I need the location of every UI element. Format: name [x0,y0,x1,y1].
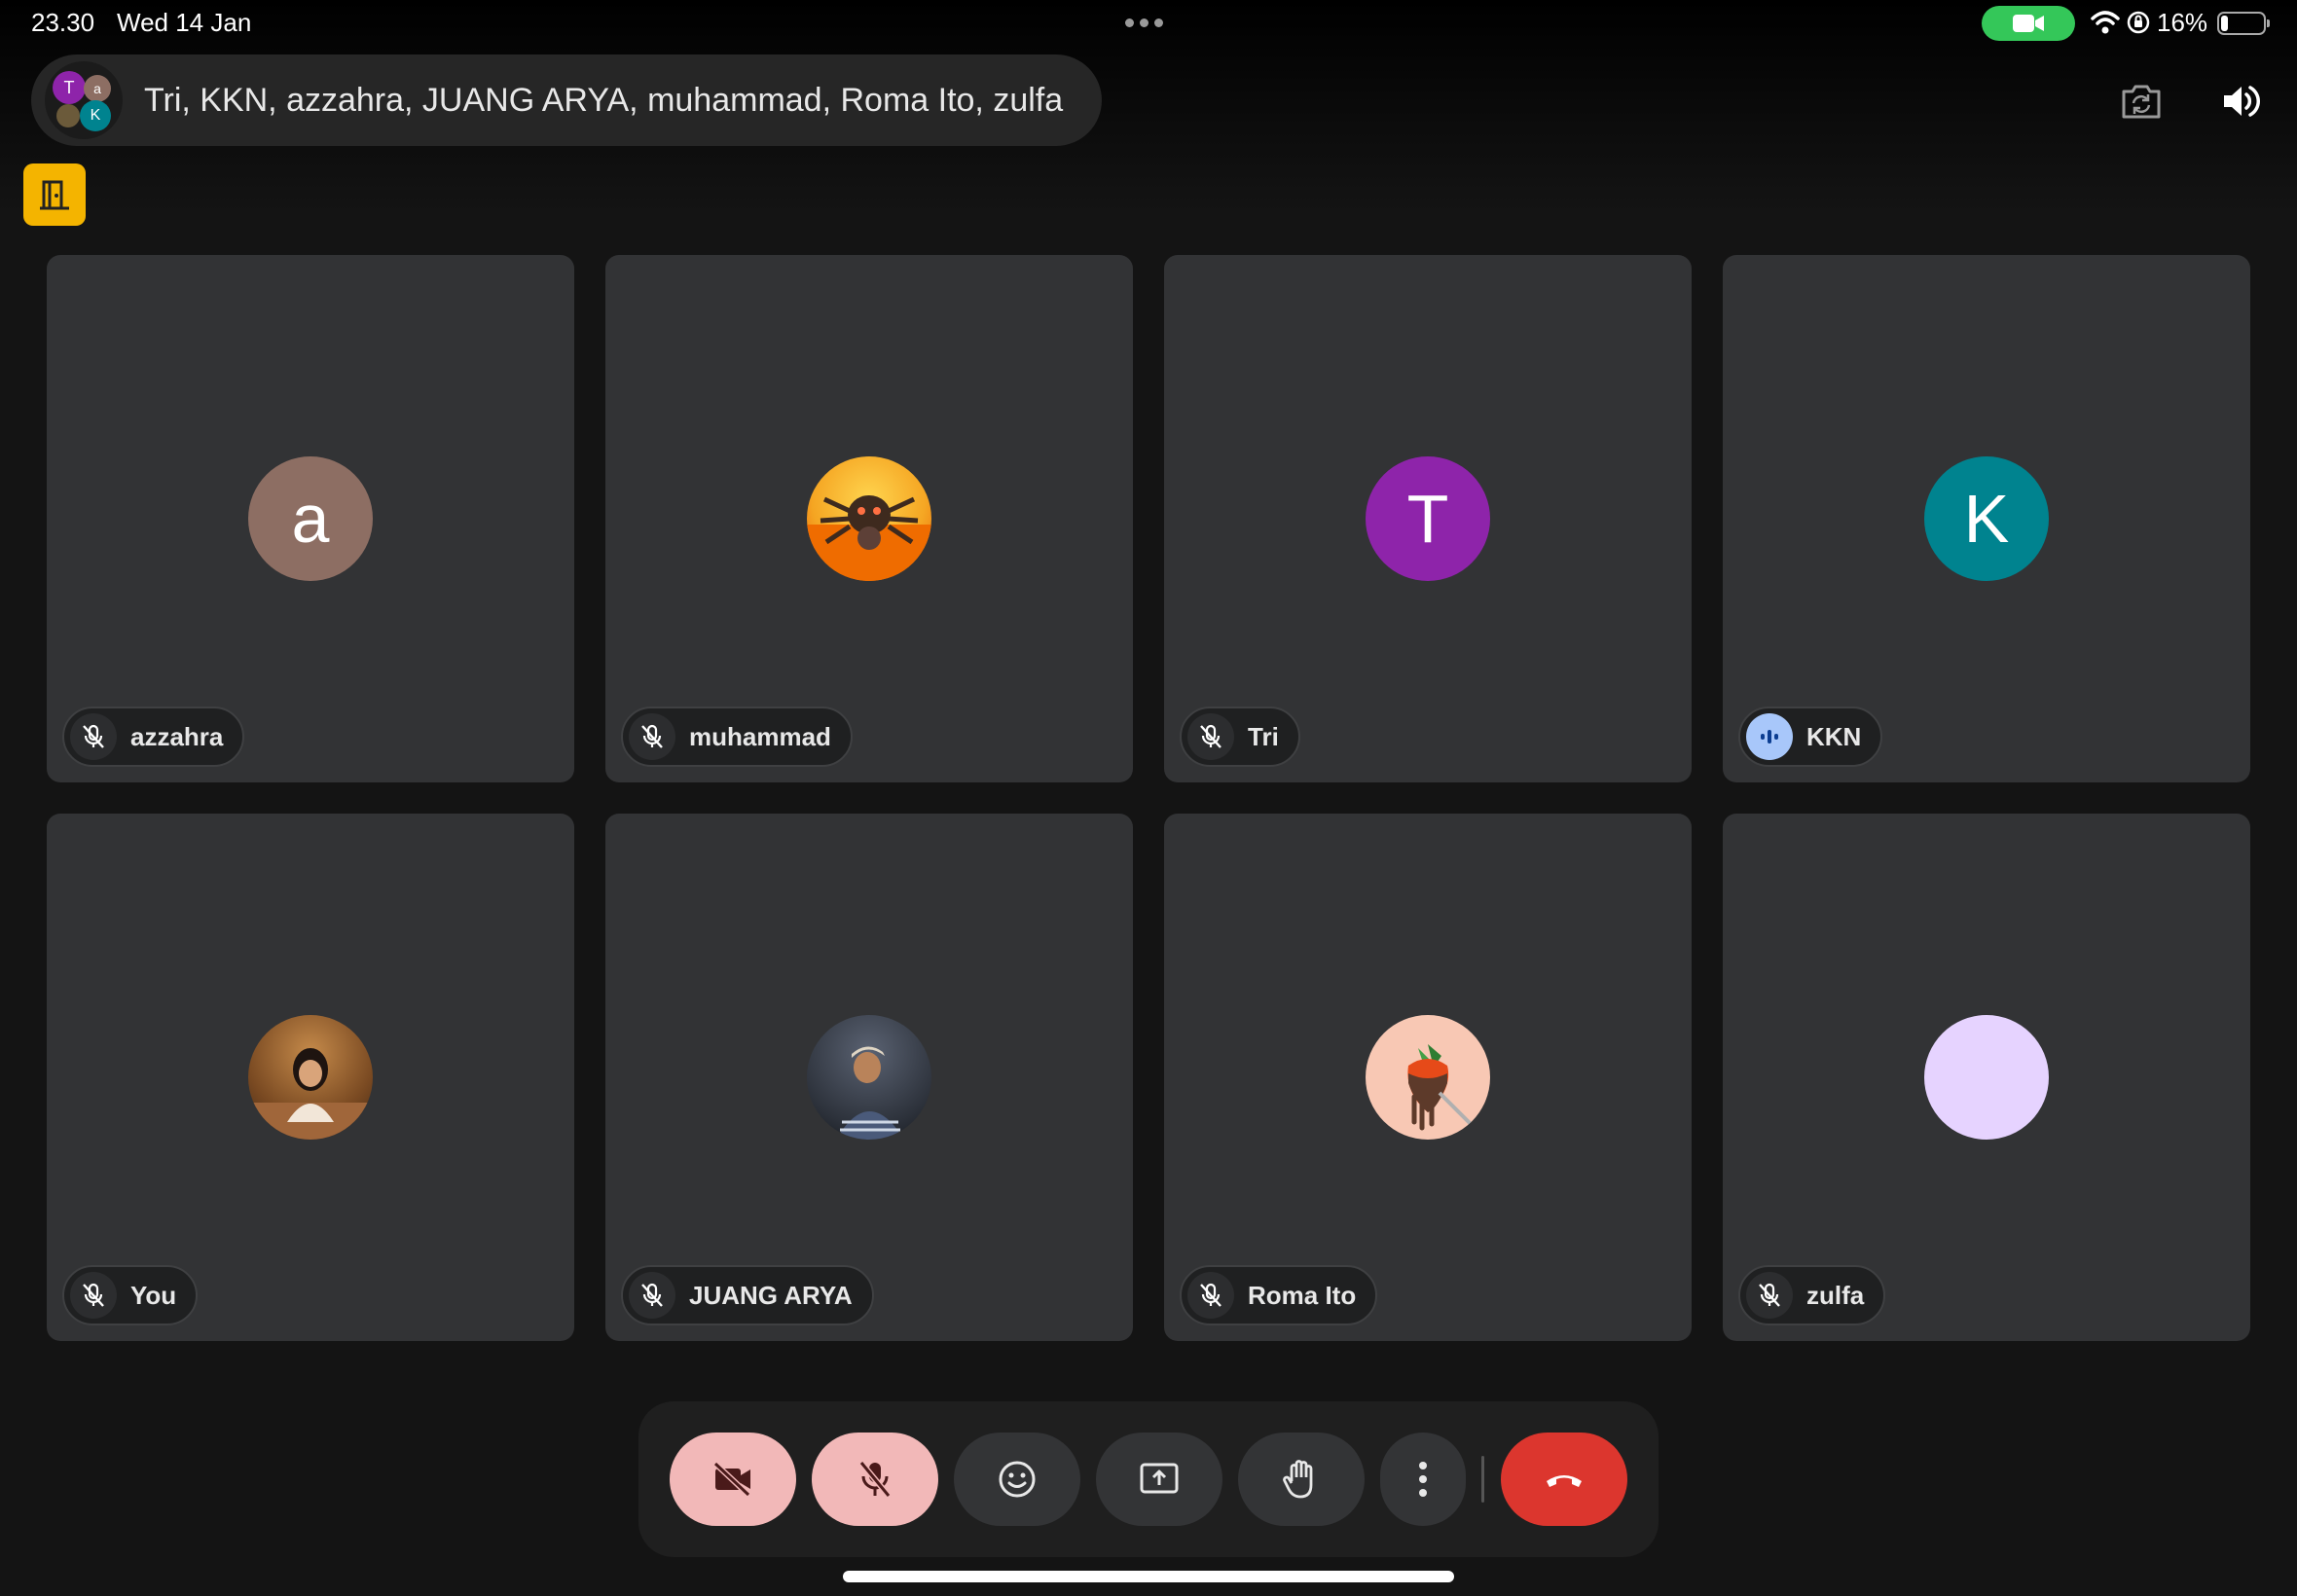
participant-tile[interactable]: Roma Ito [1164,814,1692,1341]
mic-muted-icon [1187,713,1234,760]
participant-tile[interactable]: K KKN [1723,255,2250,782]
camera-toggle-button[interactable] [670,1433,796,1526]
switch-camera-button[interactable] [2114,74,2169,128]
meet-call-screen: 23.30 Wed 14 Jan 16% T a K Tri, KKN, azz… [0,0,2297,1596]
present-screen-button[interactable] [1096,1433,1222,1526]
call-controls-bar [638,1401,1659,1557]
wifi-icon [2091,11,2120,34]
camera-in-use-indicator [1982,6,2075,41]
status-date: Wed 14 Jan [117,8,252,37]
mic-toggle-button[interactable] [812,1433,938,1526]
participant-avatar: T [1366,456,1490,581]
participant-name-pill: You [62,1265,199,1325]
home-indicator[interactable] [843,1571,1454,1582]
participant-name-pill: JUANG ARYA [621,1265,874,1325]
participant-avatar-photo [1366,1015,1490,1140]
participant-name: zulfa [1806,1280,1865,1310]
participant-name-pill: Roma Ito [1180,1265,1378,1325]
participant-name: KKN [1806,721,1862,751]
participant-name-pill: Tri [1180,707,1300,767]
door-exit-icon [40,180,69,210]
participant-avatar: a [248,456,373,581]
participant-tile[interactable]: T Tri [1164,255,1692,782]
participant-name-pill: zulfa [1738,1265,1886,1325]
participant-name: Tri [1248,721,1279,751]
exit-companion-button[interactable] [23,163,86,226]
participant-name: Roma Ito [1248,1280,1357,1310]
participant-tile[interactable]: muhammad [605,255,1133,782]
mini-avatar: a [84,75,111,102]
reactions-button[interactable] [954,1433,1080,1526]
participant-avatar-photo [807,1015,931,1140]
status-time: 23.30 [31,8,95,37]
participant-name: azzahra [130,721,224,751]
participant-tile[interactable]: zulfa [1723,814,2250,1341]
emoji-icon [999,1461,1036,1498]
participant-name-pill: muhammad [621,707,853,767]
participant-tile[interactable]: a azzahra [47,255,574,782]
participant-avatar-photo [248,1015,373,1140]
camera-off-icon [712,1461,751,1498]
more-options-button[interactable] [1380,1433,1466,1526]
speaker-icon [2224,86,2260,117]
raise-hand-icon [1283,1460,1313,1499]
controls-divider [1481,1456,1484,1503]
mic-muted-icon [70,713,117,760]
mini-avatar: T [53,71,86,104]
mic-off-icon [858,1461,892,1498]
participant-name-pill: KKN [1738,707,1883,767]
present-screen-icon [1140,1463,1179,1494]
camera-switch-icon [2122,85,2161,119]
battery-icon [2217,12,2270,35]
mini-avatar: K [80,100,111,131]
participant-name: JUANG ARYA [689,1280,853,1310]
participant-tile[interactable]: JUANG ARYA [605,814,1133,1341]
more-vert-icon [1419,1462,1427,1497]
battery-percentage: 16% [2157,8,2208,37]
participant-avatar-cluster: T a K [45,61,123,139]
orientation-lock-icon [2127,11,2150,34]
mini-avatar-photo [56,104,80,127]
multitask-dots-icon[interactable] [1125,18,1163,27]
raise-hand-button[interactable] [1238,1433,1365,1526]
participant-avatar: K [1924,456,2049,581]
mic-muted-icon [629,713,675,760]
participant-name: You [130,1280,177,1310]
meeting-title-pill[interactable]: T a K Tri, KKN, azzahra, JUANG ARYA, muh… [31,54,1102,146]
audio-output-button[interactable] [2213,74,2268,128]
participant-avatar-photo [807,456,931,581]
speaking-indicator-icon [1746,713,1793,760]
mic-muted-icon [1746,1272,1793,1319]
mic-muted-icon [1187,1272,1234,1319]
meeting-title: Tri, KKN, azzahra, JUANG ARYA, muhammad,… [144,81,1064,119]
participant-name: muhammad [689,721,831,751]
mic-muted-icon [629,1272,675,1319]
video-camera-icon [2013,15,2044,32]
end-call-icon [1547,1475,1582,1487]
leave-call-button[interactable] [1501,1433,1627,1526]
participant-tile[interactable]: You [47,814,574,1341]
mic-muted-icon [70,1272,117,1319]
participant-name-pill: azzahra [62,707,245,767]
participant-avatar [1924,1015,2049,1140]
status-bar: 23.30 Wed 14 Jan 16% [0,0,2297,47]
